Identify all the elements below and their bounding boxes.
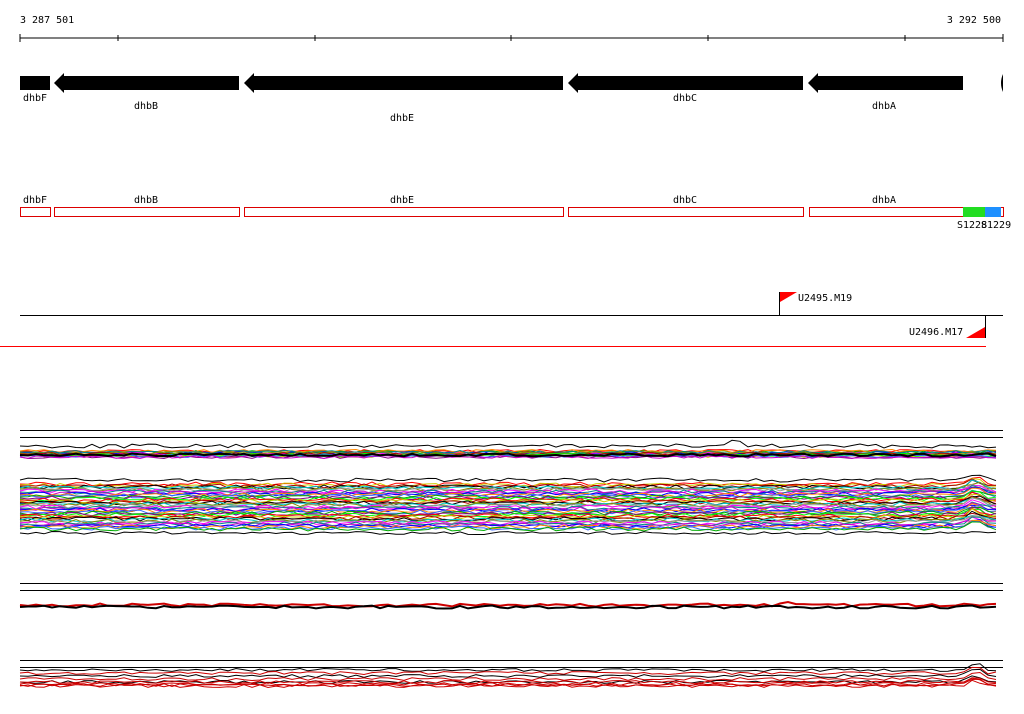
profile-line (19, 604, 997, 610)
feature-label-dhbB: dhbB (134, 195, 158, 206)
gene-arrow-dhbE[interactable] (244, 73, 563, 93)
gene-label-dhbA: dhbA (872, 101, 896, 112)
segment-label-s1229: S1229 (981, 220, 1011, 231)
marker-track: U2495.M19 U2496.M17 (0, 292, 1003, 347)
segment-s1229[interactable] (985, 207, 1001, 217)
gene-arrow-dhbC[interactable] (568, 73, 803, 93)
profile-line (19, 530, 997, 535)
profile-line (19, 474, 997, 483)
gene-track: dhbF dhbB dhbE dhbC dhbA (20, 73, 1003, 124)
gene-arrow-dhbA[interactable] (808, 73, 963, 93)
gene-label-dhbC: dhbC (673, 93, 697, 104)
feature-label-dhbA: dhbA (872, 195, 896, 206)
feature-label-dhbC: dhbC (673, 195, 697, 206)
profile-line (19, 439, 997, 449)
profile-line (19, 671, 997, 682)
feature-box-dhbE[interactable] (244, 207, 564, 217)
feature-box-dhbF[interactable] (20, 207, 51, 217)
marker-label-u2496: U2496.M17 (909, 327, 963, 338)
gene-arrow-partial[interactable] (1001, 74, 1003, 92)
gene-label-dhbE: dhbE (390, 113, 414, 124)
genome-browser-view: 3 287 501 3 292 500 dhbF dhbB dhbE dhbC … (0, 15, 1011, 689)
gene-label-dhbB: dhbB (134, 101, 158, 112)
marker-flag-icon[interactable] (966, 327, 985, 338)
feature-label-dhbF: dhbF (23, 195, 47, 206)
gene-arrow-dhbF[interactable] (20, 76, 50, 90)
marker-flag-icon[interactable] (780, 292, 797, 302)
marker-label-u2495: U2495.M19 (798, 293, 852, 304)
feature-box-dhbB[interactable] (54, 207, 240, 217)
gene-label-dhbF: dhbF (23, 93, 47, 104)
annotation-track: dhbF dhbB dhbE dhbC dhbA S1228 S1229 (20, 195, 1011, 231)
segment-s1228[interactable] (963, 207, 985, 217)
feature-box-dhbC[interactable] (568, 207, 804, 217)
coordinate-ruler: 3 287 501 3 292 500 (19, 15, 1004, 42)
ruler-start-label: 3 287 501 (20, 15, 74, 26)
ruler-end-label: 3 292 500 (947, 15, 1001, 26)
gene-arrow-dhbB[interactable] (54, 73, 239, 93)
expression-profiles (19, 430, 1003, 689)
feature-label-dhbE: dhbE (390, 195, 414, 206)
